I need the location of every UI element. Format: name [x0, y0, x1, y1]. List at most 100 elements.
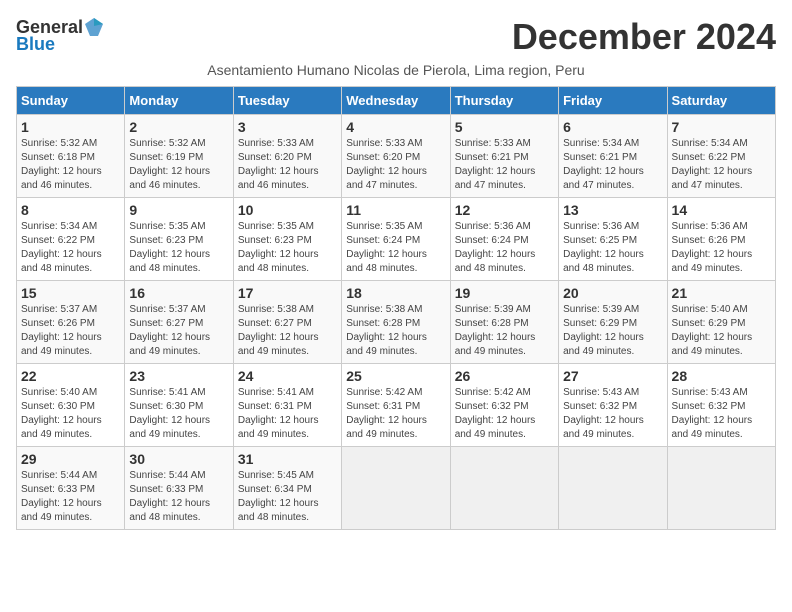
day-info: Sunrise: 5:37 AMSunset: 6:26 PMDaylight:… [21, 303, 120, 359]
day-info: Sunrise: 5:39 AMSunset: 6:28 PMDaylight:… [455, 303, 554, 359]
table-row: 8 Sunrise: 5:34 AMSunset: 6:22 PMDaylight… [17, 198, 125, 281]
table-row: 26Sunrise: 5:42 AMSunset: 6:32 PMDayligh… [450, 364, 558, 447]
table-row: 21 Sunrise: 5:40 AMSunset: 6:29 PMDayligh… [667, 281, 775, 364]
day-number: 9 [129, 202, 228, 218]
table-row: 15 Sunrise: 5:37 AMSunset: 6:26 PMDayligh… [17, 281, 125, 364]
title-section: December 2024 [512, 16, 776, 58]
day-number: 19 [455, 285, 554, 301]
table-row: 7 Sunrise: 5:34 AMSunset: 6:22 PMDaylight… [667, 115, 775, 198]
day-number: 18 [346, 285, 445, 301]
table-row: 10Sunrise: 5:35 AMSunset: 6:23 PMDayligh… [233, 198, 341, 281]
day-info: Sunrise: 5:35 AMSunset: 6:23 PMDaylight:… [129, 220, 228, 276]
day-info: Sunrise: 5:41 AMSunset: 6:30 PMDaylight:… [129, 386, 228, 442]
table-row [667, 447, 775, 530]
day-number: 21 [672, 285, 771, 301]
table-row: 23 Sunrise: 5:41 AMSunset: 6:30 PMDayligh… [125, 364, 233, 447]
day-number: 16 [129, 285, 228, 301]
day-info: Sunrise: 5:33 AMSunset: 6:20 PMDaylight:… [346, 137, 445, 193]
day-info: Sunrise: 5:36 AMSunset: 6:25 PMDaylight:… [563, 220, 662, 276]
table-row [559, 447, 667, 530]
day-number: 27 [563, 368, 662, 384]
day-info: Sunrise: 5:39 AMSunset: 6:29 PMDaylight:… [563, 303, 662, 359]
day-info: Sunrise: 5:34 AMSunset: 6:22 PMDaylight:… [672, 137, 771, 193]
day-number: 22 [21, 368, 120, 384]
day-number: 6 [563, 119, 662, 135]
page-header: General Blue December 2024 [16, 16, 776, 58]
col-monday: Monday [125, 87, 233, 115]
logo-bird-icon [83, 16, 105, 38]
day-number: 30 [129, 451, 228, 467]
day-info: Sunrise: 5:44 AMSunset: 6:33 PMDaylight:… [21, 469, 120, 525]
table-row: 17Sunrise: 5:38 AMSunset: 6:27 PMDayligh… [233, 281, 341, 364]
day-number: 10 [238, 202, 337, 218]
col-thursday: Thursday [450, 87, 558, 115]
day-info: Sunrise: 5:40 AMSunset: 6:29 PMDaylight:… [672, 303, 771, 359]
table-row: 4Sunrise: 5:33 AMSunset: 6:20 PMDaylight… [342, 115, 450, 198]
subtitle: Asentamiento Humano Nicolas de Pierola, … [16, 62, 776, 78]
day-info: Sunrise: 5:34 AMSunset: 6:21 PMDaylight:… [563, 137, 662, 193]
day-number: 25 [346, 368, 445, 384]
table-row: 11 Sunrise: 5:35 AMSunset: 6:24 PMDayligh… [342, 198, 450, 281]
day-number: 20 [563, 285, 662, 301]
table-row: 29 Sunrise: 5:44 AMSunset: 6:33 PMDayligh… [17, 447, 125, 530]
table-row: 22 Sunrise: 5:40 AMSunset: 6:30 PMDayligh… [17, 364, 125, 447]
day-info: Sunrise: 5:32 AMSunset: 6:19 PMDaylight:… [129, 137, 228, 193]
day-info: Sunrise: 5:38 AMSunset: 6:28 PMDaylight:… [346, 303, 445, 359]
logo-blue: Blue [16, 34, 55, 55]
day-number: 5 [455, 119, 554, 135]
calendar-week-row: 1Sunrise: 5:32 AMSunset: 6:18 PMDaylight… [17, 115, 776, 198]
col-tuesday: Tuesday [233, 87, 341, 115]
day-info: Sunrise: 5:40 AMSunset: 6:30 PMDaylight:… [21, 386, 120, 442]
day-number: 2 [129, 119, 228, 135]
day-number: 15 [21, 285, 120, 301]
day-number: 29 [21, 451, 120, 467]
table-row: 14 Sunrise: 5:36 AMSunset: 6:26 PMDayligh… [667, 198, 775, 281]
day-info: Sunrise: 5:33 AMSunset: 6:20 PMDaylight:… [238, 137, 337, 193]
day-info: Sunrise: 5:32 AMSunset: 6:18 PMDaylight:… [21, 137, 120, 193]
day-number: 23 [129, 368, 228, 384]
day-number: 12 [455, 202, 554, 218]
day-number: 8 [21, 202, 120, 218]
day-number: 24 [238, 368, 337, 384]
day-number: 13 [563, 202, 662, 218]
day-info: Sunrise: 5:34 AMSunset: 6:22 PMDaylight:… [21, 220, 120, 276]
day-info: Sunrise: 5:37 AMSunset: 6:27 PMDaylight:… [129, 303, 228, 359]
day-number: 26 [455, 368, 554, 384]
table-row: 31 Sunrise: 5:45 AMSunset: 6:34 PMDayligh… [233, 447, 341, 530]
table-row: 30 Sunrise: 5:44 AMSunset: 6:33 PMDayligh… [125, 447, 233, 530]
day-info: Sunrise: 5:43 AMSunset: 6:32 PMDaylight:… [563, 386, 662, 442]
day-number: 31 [238, 451, 337, 467]
table-row: 5Sunrise: 5:33 AMSunset: 6:21 PMDaylight… [450, 115, 558, 198]
day-number: 28 [672, 368, 771, 384]
calendar-week-row: 22 Sunrise: 5:40 AMSunset: 6:30 PMDayligh… [17, 364, 776, 447]
table-row: 3Sunrise: 5:33 AMSunset: 6:20 PMDaylight… [233, 115, 341, 198]
table-row: 24 Sunrise: 5:41 AMSunset: 6:31 PMDayligh… [233, 364, 341, 447]
table-row: 1Sunrise: 5:32 AMSunset: 6:18 PMDaylight… [17, 115, 125, 198]
day-info: Sunrise: 5:42 AMSunset: 6:31 PMDaylight:… [346, 386, 445, 442]
calendar-week-row: 15 Sunrise: 5:37 AMSunset: 6:26 PMDayligh… [17, 281, 776, 364]
table-row [342, 447, 450, 530]
table-row: 2 Sunrise: 5:32 AMSunset: 6:19 PMDaylight… [125, 115, 233, 198]
col-wednesday: Wednesday [342, 87, 450, 115]
table-row: 19 Sunrise: 5:39 AMSunset: 6:28 PMDayligh… [450, 281, 558, 364]
table-row: 18 Sunrise: 5:38 AMSunset: 6:28 PMDayligh… [342, 281, 450, 364]
calendar-header-row: Sunday Monday Tuesday Wednesday Thursday… [17, 87, 776, 115]
table-row: 6 Sunrise: 5:34 AMSunset: 6:21 PMDaylight… [559, 115, 667, 198]
day-number: 17 [238, 285, 337, 301]
calendar-week-row: 29 Sunrise: 5:44 AMSunset: 6:33 PMDayligh… [17, 447, 776, 530]
day-info: Sunrise: 5:36 AMSunset: 6:26 PMDaylight:… [672, 220, 771, 276]
day-number: 7 [672, 119, 771, 135]
day-info: Sunrise: 5:45 AMSunset: 6:34 PMDaylight:… [238, 469, 337, 525]
day-info: Sunrise: 5:44 AMSunset: 6:33 PMDaylight:… [129, 469, 228, 525]
table-row [450, 447, 558, 530]
table-row: 16 Sunrise: 5:37 AMSunset: 6:27 PMDayligh… [125, 281, 233, 364]
table-row: 28Sunrise: 5:43 AMSunset: 6:32 PMDayligh… [667, 364, 775, 447]
day-info: Sunrise: 5:41 AMSunset: 6:31 PMDaylight:… [238, 386, 337, 442]
day-number: 14 [672, 202, 771, 218]
day-number: 11 [346, 202, 445, 218]
day-info: Sunrise: 5:36 AMSunset: 6:24 PMDaylight:… [455, 220, 554, 276]
day-info: Sunrise: 5:35 AMSunset: 6:24 PMDaylight:… [346, 220, 445, 276]
table-row: 13 Sunrise: 5:36 AMSunset: 6:25 PMDayligh… [559, 198, 667, 281]
col-saturday: Saturday [667, 87, 775, 115]
calendar-table: Sunday Monday Tuesday Wednesday Thursday… [16, 86, 776, 530]
